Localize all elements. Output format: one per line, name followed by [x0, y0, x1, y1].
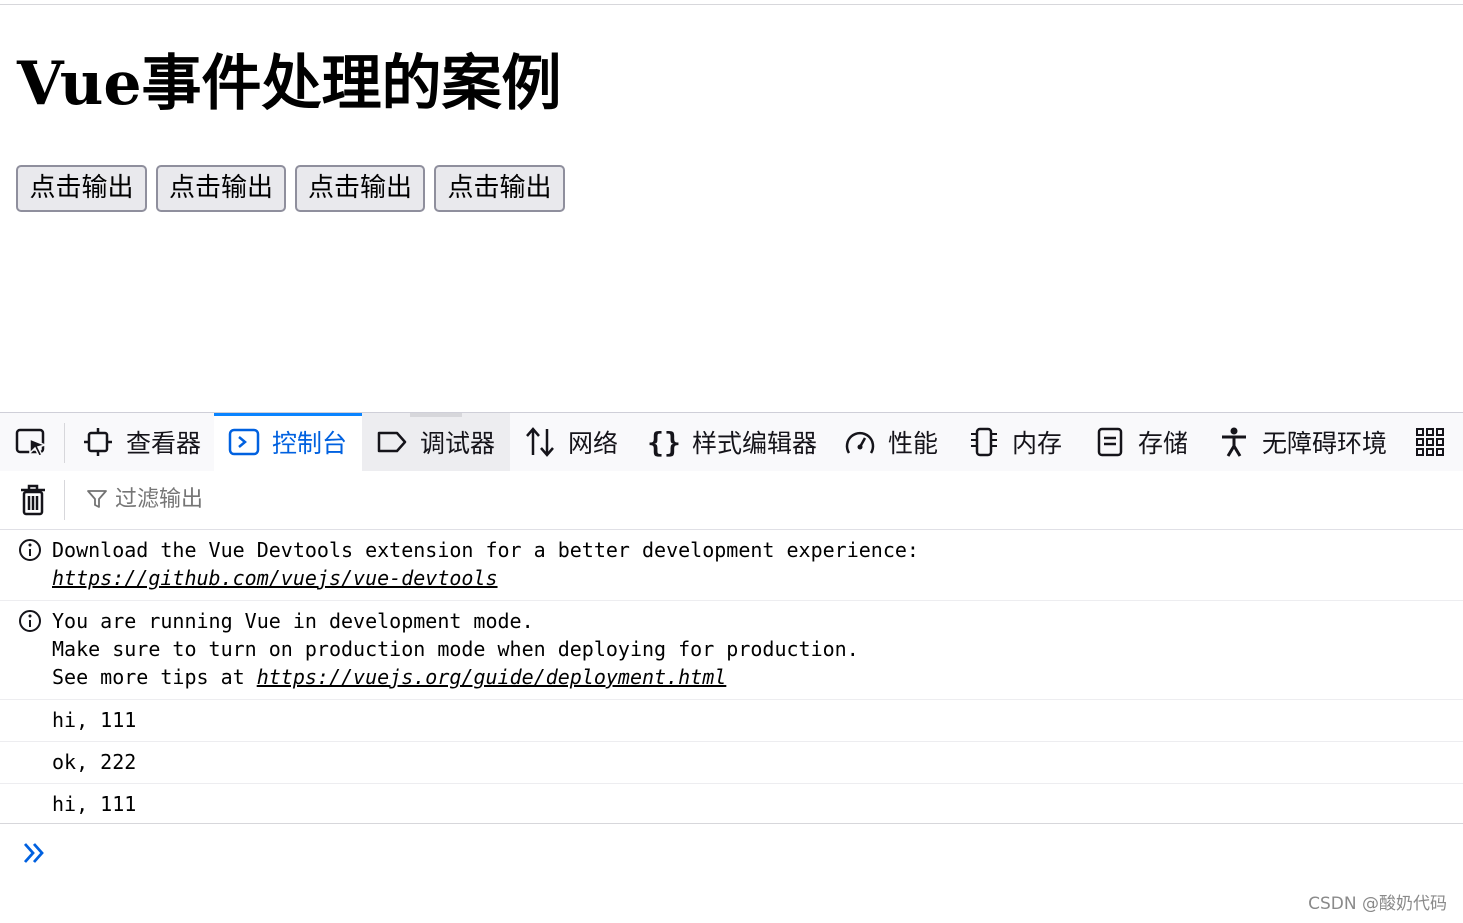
info-icon	[19, 539, 41, 561]
message-text: Make sure to turn on production mode whe…	[52, 637, 859, 661]
tab-storage[interactable]: 存储	[1094, 413, 1188, 471]
memory-icon	[968, 426, 1000, 458]
console-filter-bar	[0, 471, 1463, 530]
button-row: 点击输出 点击输出 点击输出 点击输出	[16, 165, 565, 212]
tab-label: 无障碍环境	[1262, 429, 1388, 458]
message-text: You are running Vue in development mode.	[52, 609, 534, 633]
log-text: ok, 222	[52, 750, 137, 774]
console-log-entry: hi, 111	[0, 784, 1463, 825]
console-prompt-chevron-icon[interactable]	[22, 840, 48, 866]
console-message-info: You are running Vue in development mode.…	[0, 601, 1463, 700]
accessibility-icon	[1218, 426, 1250, 458]
performance-icon	[844, 426, 876, 458]
tab-label: 内存	[1012, 429, 1063, 458]
log-text: hi, 111	[52, 792, 137, 816]
more-tools-button[interactable]	[1414, 413, 1458, 471]
tab-performance[interactable]: 性能	[844, 413, 938, 471]
click-output-button-4[interactable]: 点击输出	[434, 165, 565, 212]
tab-label: 性能	[888, 429, 939, 458]
storage-icon	[1094, 426, 1126, 458]
console-log-entry: ok, 222	[0, 742, 1463, 784]
page-title: Vue事件处理的案例	[17, 49, 562, 119]
console-log-entry: hi, 111	[0, 700, 1463, 742]
tab-debugger[interactable]: 调试器	[362, 413, 510, 471]
tab-inspector[interactable]: 查看器	[82, 413, 201, 471]
toolbar-separator	[64, 423, 65, 463]
click-output-button-2[interactable]: 点击输出	[156, 165, 286, 212]
clear-console-trash-icon[interactable]	[18, 484, 50, 516]
inspector-icon	[82, 426, 114, 458]
tab-label: 存储	[1138, 429, 1189, 458]
deployment-guide-link[interactable]: https://vuejs.org/guide/deployment.html	[257, 665, 727, 689]
message-text: Download the Vue Devtools extension for …	[52, 538, 919, 562]
tab-label: 调试器	[420, 429, 496, 458]
console-messages: Download the Vue Devtools extension for …	[0, 530, 1463, 825]
tab-style-editor[interactable]: {} 样式编辑器	[647, 413, 818, 471]
filter-icon	[86, 488, 108, 510]
console-message-info: Download the Vue Devtools extension for …	[0, 530, 1463, 601]
network-icon	[524, 426, 556, 458]
console-icon	[228, 426, 260, 458]
tab-console[interactable]: 控制台	[214, 413, 362, 471]
style-editor-icon: {}	[647, 425, 681, 459]
tab-label: 网络	[568, 429, 619, 458]
tab-network[interactable]: 网络	[524, 413, 618, 471]
filter-output-input[interactable]	[115, 483, 515, 517]
devtools-toolbar: 查看器 控制台 调试器 网络 {} 样式编辑器 性能 内存 存储 无障碍环境	[0, 413, 1463, 472]
tab-label: 样式编辑器	[692, 429, 818, 458]
browser-top-border	[0, 4, 1463, 5]
tab-label: 控制台	[272, 429, 348, 458]
message-text: See more tips at	[52, 665, 257, 689]
vue-devtools-link[interactable]: https://github.com/vuejs/vue-devtools	[52, 566, 498, 590]
console-input-divider	[0, 823, 1463, 824]
click-output-button-1[interactable]: 点击输出	[16, 165, 147, 212]
tab-memory[interactable]: 内存	[968, 413, 1062, 471]
grid-menu-icon	[1414, 426, 1446, 458]
devtools-panel: 查看器 控制台 调试器 网络 {} 样式编辑器 性能 内存 存储 无障碍环境 过…	[0, 412, 1463, 923]
info-icon	[19, 610, 41, 632]
tab-label: 查看器	[126, 429, 202, 458]
log-text: hi, 111	[52, 708, 137, 732]
element-picker-icon[interactable]	[12, 426, 52, 460]
watermark: CSDN @酸奶代码	[1308, 894, 1447, 914]
tab-accessibility[interactable]: 无障碍环境	[1218, 413, 1387, 471]
filter-separator	[64, 480, 65, 520]
debugger-icon	[376, 426, 408, 458]
click-output-button-3[interactable]: 点击输出	[295, 165, 425, 212]
